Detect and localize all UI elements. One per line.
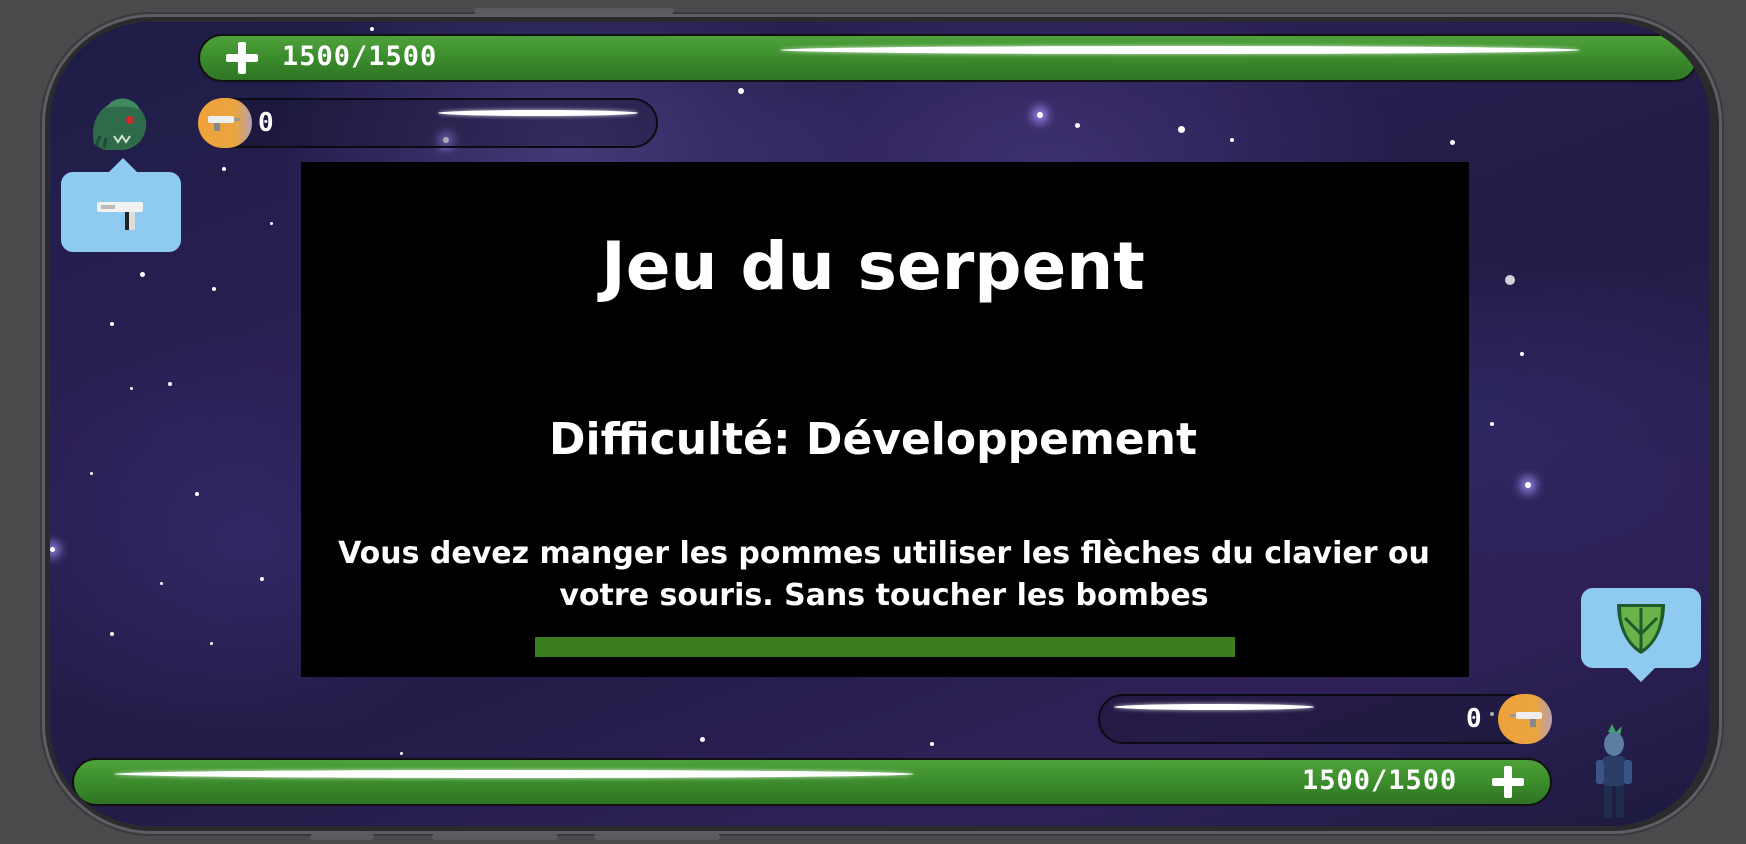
alien-soldier-icon xyxy=(1582,722,1646,822)
ammo-badge xyxy=(198,98,252,148)
loading-progress-fill xyxy=(535,637,1235,657)
game-title: Jeu du serpent xyxy=(601,228,1145,305)
device-bottom-button xyxy=(594,834,720,840)
enemy-health-bar: 1500/1500 xyxy=(198,34,1698,82)
enemy-ammo-bar: 0 xyxy=(198,98,658,148)
enemy-hp-text: 1500/1500 xyxy=(282,41,438,72)
ammo-badge xyxy=(1498,694,1552,744)
loading-progress-bar xyxy=(535,637,1235,657)
green-monster-icon xyxy=(84,84,154,154)
heal-plus-icon xyxy=(226,42,258,74)
laser-gun-icon xyxy=(208,116,240,131)
heal-plus-icon xyxy=(1492,766,1524,798)
player-hp-text: 1500/1500 xyxy=(1302,765,1458,796)
enemy-ammo-value: 0 xyxy=(258,108,274,138)
player-ammo-bar: 0 xyxy=(1098,694,1552,744)
laser-gun-icon xyxy=(1510,712,1542,727)
device-top-button xyxy=(474,8,674,14)
device-bottom-button xyxy=(310,834,374,840)
green-shield-icon xyxy=(1617,604,1665,654)
player-ammo-value: 0 xyxy=(1466,704,1482,734)
player-shield-bubble xyxy=(1581,588,1701,682)
difficulty-label: Difficulté: Développement xyxy=(548,414,1198,465)
device-bottom-button xyxy=(432,834,558,840)
player-health-bar: 1500/1500 xyxy=(72,758,1552,806)
game-instructions: Vous devez manger les pommes utiliser le… xyxy=(338,536,1430,613)
